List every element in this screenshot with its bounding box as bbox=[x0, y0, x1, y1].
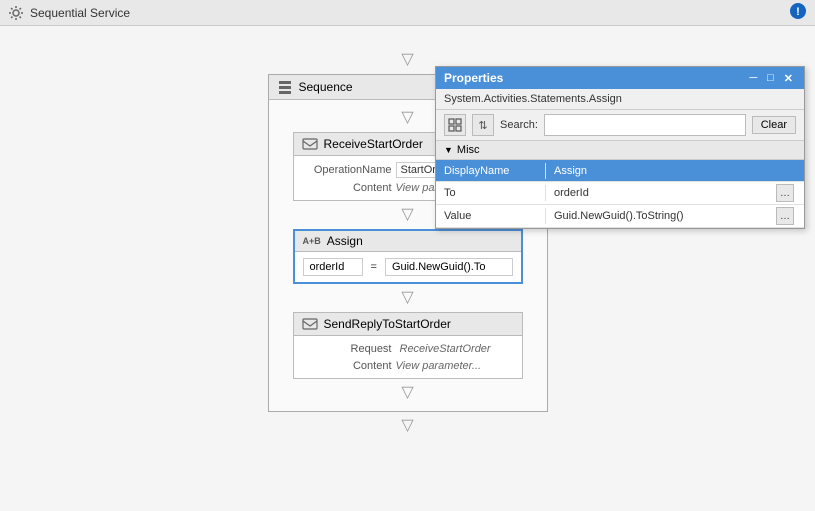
props-table: ▼ Misc DisplayName Assign To orderId bbox=[436, 141, 804, 228]
assign-block: A+B Assign orderId = Guid.NewGuid().To bbox=[293, 229, 523, 284]
props-clear-btn[interactable]: Clear bbox=[752, 116, 796, 134]
assign-label: Assign bbox=[327, 234, 363, 248]
send-reply-label: SendReplyToStartOrder bbox=[324, 317, 451, 331]
props-titlebar-buttons: ─ □ ✕ bbox=[746, 72, 796, 85]
props-cell-to-name: To bbox=[436, 185, 546, 201]
props-cell-to-value: orderId … bbox=[546, 182, 804, 204]
sequence-icon bbox=[277, 79, 293, 95]
receive-start-label: ReceiveStartOrder bbox=[324, 137, 423, 151]
misc-label: Misc bbox=[457, 144, 480, 156]
props-to-ellipsis-btn[interactable]: … bbox=[776, 184, 794, 202]
send-content-row: Content View parameter... bbox=[302, 358, 514, 374]
props-sort-btn[interactable]: ⇅ bbox=[472, 114, 494, 136]
props-value-ellipsis-btn[interactable]: … bbox=[776, 207, 794, 225]
assign-left: orderId bbox=[303, 258, 363, 276]
send-request-label: Request bbox=[302, 343, 392, 355]
assign-right: Guid.NewGuid().To bbox=[385, 258, 513, 276]
send-reply-header: SendReplyToStartOrder bbox=[294, 313, 522, 336]
title-bar-title: Sequential Service bbox=[30, 6, 130, 20]
send-reply-icon bbox=[302, 316, 318, 332]
gear-icon bbox=[8, 5, 24, 21]
title-bar: Sequential Service ! bbox=[0, 0, 815, 26]
send-reply-body: Request ReceiveStartOrder Content View p… bbox=[294, 336, 522, 378]
send-request-row: Request ReceiveStartOrder bbox=[302, 340, 514, 358]
props-subtitle: System.Activities.Statements.Assign bbox=[436, 89, 804, 110]
assign-icon: A+B bbox=[303, 237, 321, 246]
props-cell-value-val: Guid.NewGuid().ToString() … bbox=[546, 205, 804, 227]
arrow-top: ▽ bbox=[401, 46, 413, 74]
info-icon: ! bbox=[789, 2, 807, 23]
assign-eq: = bbox=[367, 261, 381, 273]
receive-op-label: OperationName bbox=[302, 164, 392, 176]
props-toolbar: ⇅ Search: Clear bbox=[436, 110, 804, 141]
arrow-inner-3: ▽ bbox=[273, 284, 543, 312]
svg-text:!: ! bbox=[796, 6, 800, 18]
sequence-label: Sequence bbox=[299, 80, 353, 94]
send-request-value: ReceiveStartOrder bbox=[396, 342, 495, 356]
receive-icon bbox=[302, 136, 318, 152]
search-label: Search: bbox=[500, 119, 538, 131]
assign-header: A+B Assign bbox=[295, 231, 521, 252]
props-row-to[interactable]: To orderId … bbox=[436, 182, 804, 205]
send-reply-block: SendReplyToStartOrder Request ReceiveSta… bbox=[293, 312, 523, 379]
assign-body: orderId = Guid.NewGuid().To bbox=[295, 252, 521, 282]
properties-panel: Properties ─ □ ✕ System.Activities.State… bbox=[435, 66, 805, 229]
props-restore-btn[interactable]: □ bbox=[764, 72, 777, 84]
send-content-label: Content bbox=[302, 360, 392, 372]
arrow-inner-4: ▽ bbox=[273, 379, 543, 407]
props-misc-section: ▼ Misc bbox=[436, 141, 804, 160]
props-close-btn[interactable]: ✕ bbox=[781, 72, 796, 85]
props-title: Properties bbox=[444, 71, 503, 85]
props-categorize-btn[interactable] bbox=[444, 114, 466, 136]
props-minimize-btn[interactable]: ─ bbox=[746, 72, 760, 84]
props-cell-displayname-name: DisplayName bbox=[436, 163, 546, 179]
props-search-input[interactable] bbox=[544, 114, 746, 136]
sort-icon: ⇅ bbox=[478, 119, 487, 132]
props-row-displayname[interactable]: DisplayName Assign bbox=[436, 160, 804, 182]
categorize-icon bbox=[448, 118, 462, 132]
props-titlebar: Properties ─ □ ✕ bbox=[436, 67, 804, 89]
send-content-link[interactable]: View parameter... bbox=[396, 360, 482, 372]
receive-content-label: Content bbox=[302, 182, 392, 194]
props-cell-displayname-value: Assign bbox=[546, 163, 804, 179]
props-cell-value-name: Value bbox=[436, 208, 546, 224]
props-row-value[interactable]: Value Guid.NewGuid().ToString() … bbox=[436, 205, 804, 228]
arrow-bottom: ▽ bbox=[401, 412, 413, 440]
misc-expand-icon: ▼ bbox=[444, 145, 453, 155]
